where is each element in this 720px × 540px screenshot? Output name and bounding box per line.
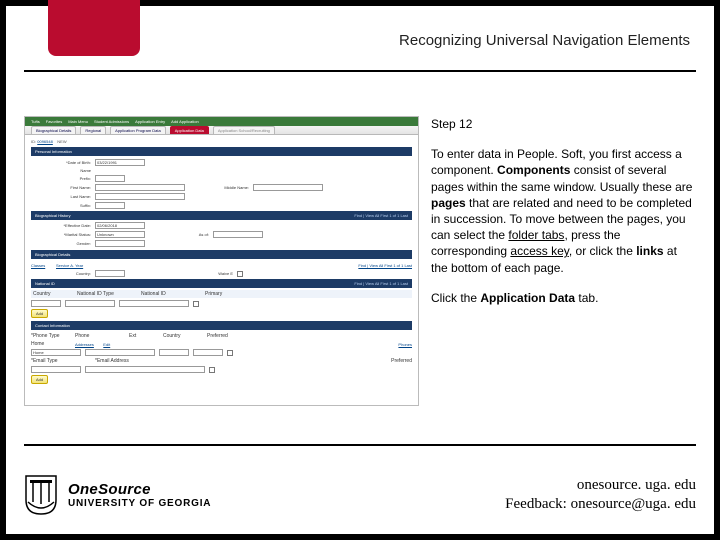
footer-url: onesource. uga. edu	[505, 476, 696, 496]
onesource-wordmark: OneSource	[68, 481, 211, 498]
page-title: Recognizing Universal Navigation Element…	[399, 32, 690, 49]
ss-tab[interactable]: Biographical Details	[31, 126, 76, 134]
ss-checkbox[interactable]	[237, 271, 243, 277]
ss-section-header: Biographical HistoryFind | View All Firs…	[31, 211, 412, 220]
ss-select[interactable]: Unknown	[95, 231, 145, 238]
ss-crumb: Add Application	[171, 119, 199, 124]
ss-crumb: Student Admissions	[94, 119, 129, 124]
ss-topbar: Tufts Favorites Main Menu Student Admiss…	[25, 117, 418, 126]
ss-crumb: Favorites	[46, 119, 62, 124]
ss-section-header: Personal Information	[31, 147, 412, 156]
ss-select[interactable]	[95, 240, 145, 247]
ss-tab[interactable]: Application Program Data	[110, 126, 166, 134]
ss-subrow: ID: 0096548 NEW	[31, 139, 412, 144]
ss-select[interactable]: Home	[31, 349, 81, 356]
footer-links: onesource. uga. edu Feedback: onesource@…	[505, 476, 696, 515]
ss-input[interactable]	[95, 175, 125, 182]
footer-divider	[24, 444, 696, 446]
ss-input[interactable]	[95, 193, 185, 200]
step-label: Step 12	[431, 116, 696, 132]
ss-input[interactable]	[95, 270, 125, 277]
ss-add-button[interactable]: Add	[31, 309, 48, 318]
ss-tab[interactable]: Application School/Recruiting	[213, 126, 275, 134]
ss-brand: Tufts	[31, 119, 40, 124]
ss-section-header: Biographical Details	[31, 250, 412, 259]
footer: OneSource UNIVERSITY OF GEORGIA onesourc…	[24, 474, 696, 516]
top-divider	[24, 70, 696, 72]
content-area: Tufts Favorites Main Menu Student Admiss…	[24, 116, 696, 424]
ss-crumb: Application Entry	[135, 119, 165, 124]
ss-tab[interactable]: Regional	[80, 126, 106, 134]
embedded-screenshot: Tufts Favorites Main Menu Student Admiss…	[24, 116, 419, 406]
ss-input[interactable]: 02/06/2018	[95, 222, 145, 229]
footer-feedback: Feedback: onesource@uga. edu	[505, 495, 696, 515]
accent-tab	[48, 0, 140, 56]
ss-input[interactable]	[253, 184, 323, 191]
slide: Recognizing Universal Navigation Element…	[6, 6, 714, 534]
ss-section-header: Contact Information	[31, 321, 412, 330]
logo-text: OneSource UNIVERSITY OF GEORGIA	[68, 481, 211, 509]
ss-body: ID: 0096548 NEW Personal Information *Da…	[25, 135, 418, 390]
ss-input[interactable]	[95, 202, 125, 209]
paragraph: To enter data in People. Soft, you first…	[431, 146, 696, 276]
ss-crumb: Main Menu	[68, 119, 88, 124]
ss-folder-tabs: Biographical Details Regional Applicatio…	[25, 126, 418, 135]
ss-input[interactable]	[95, 184, 185, 191]
instruction-column: Step 12 To enter data in People. Soft, y…	[431, 116, 696, 424]
uga-wordmark: UNIVERSITY OF GEORGIA	[68, 498, 211, 509]
ss-new-label: NEW	[57, 139, 66, 144]
uga-shield-icon	[24, 474, 58, 516]
ss-input[interactable]: 03/22/1991	[95, 159, 145, 166]
logo-lockup: OneSource UNIVERSITY OF GEORGIA	[24, 474, 211, 516]
ss-grid-header: National IDFind | View All First 1 of 1 …	[31, 279, 412, 288]
ss-input[interactable]	[213, 231, 263, 238]
paragraph: Click the Application Data tab.	[431, 290, 696, 306]
ss-tab-active[interactable]: Application Data	[170, 126, 209, 134]
ss-add-button[interactable]: Add	[31, 375, 48, 384]
